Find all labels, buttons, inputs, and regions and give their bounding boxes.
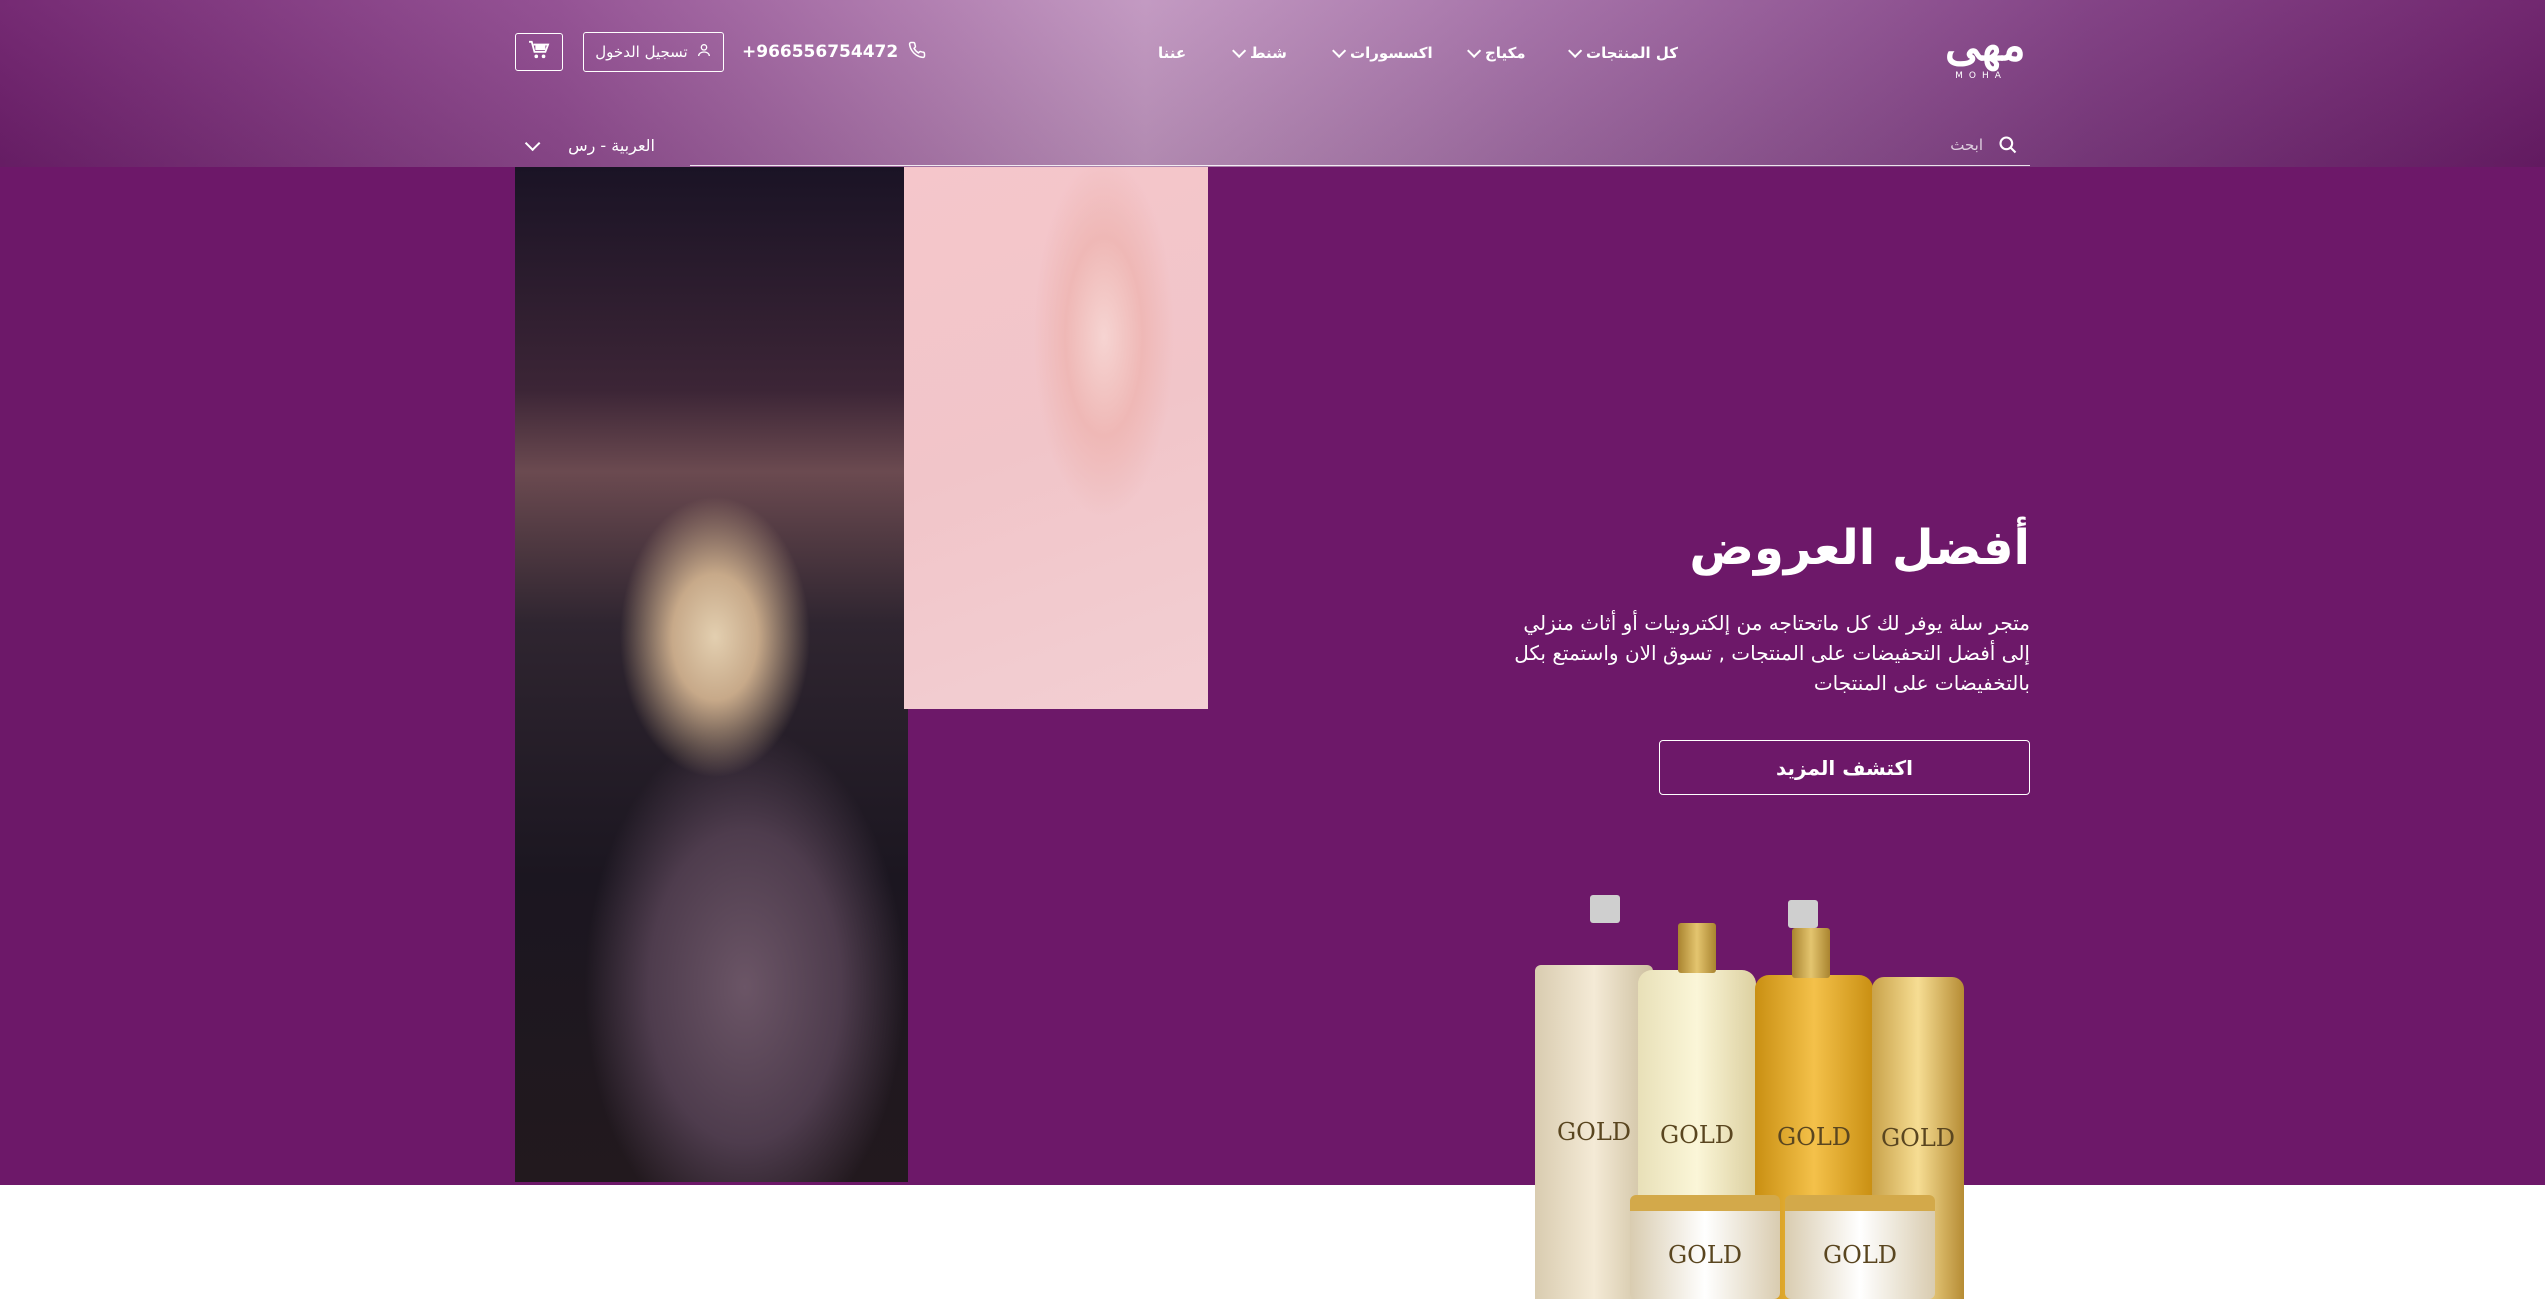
nav-item-label: اكسسورات (1350, 44, 1433, 62)
hero-section (0, 167, 2545, 1185)
product-label: GOLD (1667, 1241, 1743, 1269)
phone-icon (908, 41, 926, 64)
product-label: GOLD (1659, 1120, 1735, 1149)
cart-icon (528, 40, 550, 64)
search-bar (690, 125, 2030, 166)
logo-glyph: مهى (1945, 20, 2026, 71)
bottle-pump (1792, 928, 1830, 978)
login-label: تسجيل الدخول (595, 43, 688, 61)
nav-item-label: كل المنتجات (1586, 44, 1678, 62)
chevron-down-icon (524, 135, 541, 151)
product-jar: GOLD (1785, 1195, 1935, 1299)
product-label: GOLD (1880, 1124, 1956, 1152)
language-selector[interactable]: العربية - رس (524, 131, 655, 159)
hero-description: متجر سلة يوفر لك كل ماتحتاجه من إلكتروني… (1514, 611, 2030, 695)
hero-title: أفضل العروض (1689, 520, 2030, 576)
search-input[interactable] (781, 125, 1985, 165)
chevron-down-icon (1332, 43, 1347, 58)
product-jar: GOLD (1630, 1195, 1780, 1299)
site-header: مهى MOHA كل المنتجات مكياج اكسسورات شنط … (0, 0, 2545, 167)
product-label: GOLD (1822, 1241, 1898, 1269)
nav-item-all-products[interactable]: كل المنتجات (1568, 38, 1678, 68)
phone-number: +966556754472 (742, 42, 899, 62)
nav-item-label: شنط (1250, 44, 1287, 62)
nav-item-label: عننا (1158, 44, 1187, 62)
chevron-down-icon (1232, 43, 1247, 58)
hero-woman-image (515, 167, 908, 1182)
discover-more-button[interactable]: اكتشف المزيد (1659, 740, 2030, 795)
nav-item-about[interactable]: عننا (1158, 38, 1186, 68)
language-label: العربية - رس (568, 135, 655, 155)
cart-button[interactable] (515, 33, 563, 71)
pump-cap (1590, 895, 1620, 923)
user-icon (696, 42, 712, 62)
brand-logo[interactable]: مهى MOHA (1945, 20, 2026, 84)
chevron-down-icon (1568, 43, 1583, 58)
phone-contact[interactable]: +966556754472 (742, 38, 926, 66)
logo-word: MOHA (1955, 71, 2007, 81)
products-image: GOLD GOLD GOLD GOLD GOLD GOLD (1530, 895, 1970, 1299)
bottle-pump (1678, 923, 1716, 973)
product-label: GOLD (1556, 1118, 1632, 1146)
pump-cap (1788, 900, 1818, 928)
nav-item-bags[interactable]: شنط (1232, 38, 1287, 68)
login-button[interactable]: تسجيل الدخول (583, 32, 724, 72)
hero-hand-image (904, 167, 1208, 709)
nav-item-accessories[interactable]: اكسسورات (1332, 38, 1433, 68)
search-icon[interactable] (1998, 135, 2018, 159)
chevron-down-icon (1467, 43, 1482, 58)
nav-item-makeup[interactable]: مكياج (1467, 38, 1526, 68)
product-label: GOLD (1776, 1123, 1852, 1151)
nav-item-label: مكياج (1485, 44, 1526, 62)
